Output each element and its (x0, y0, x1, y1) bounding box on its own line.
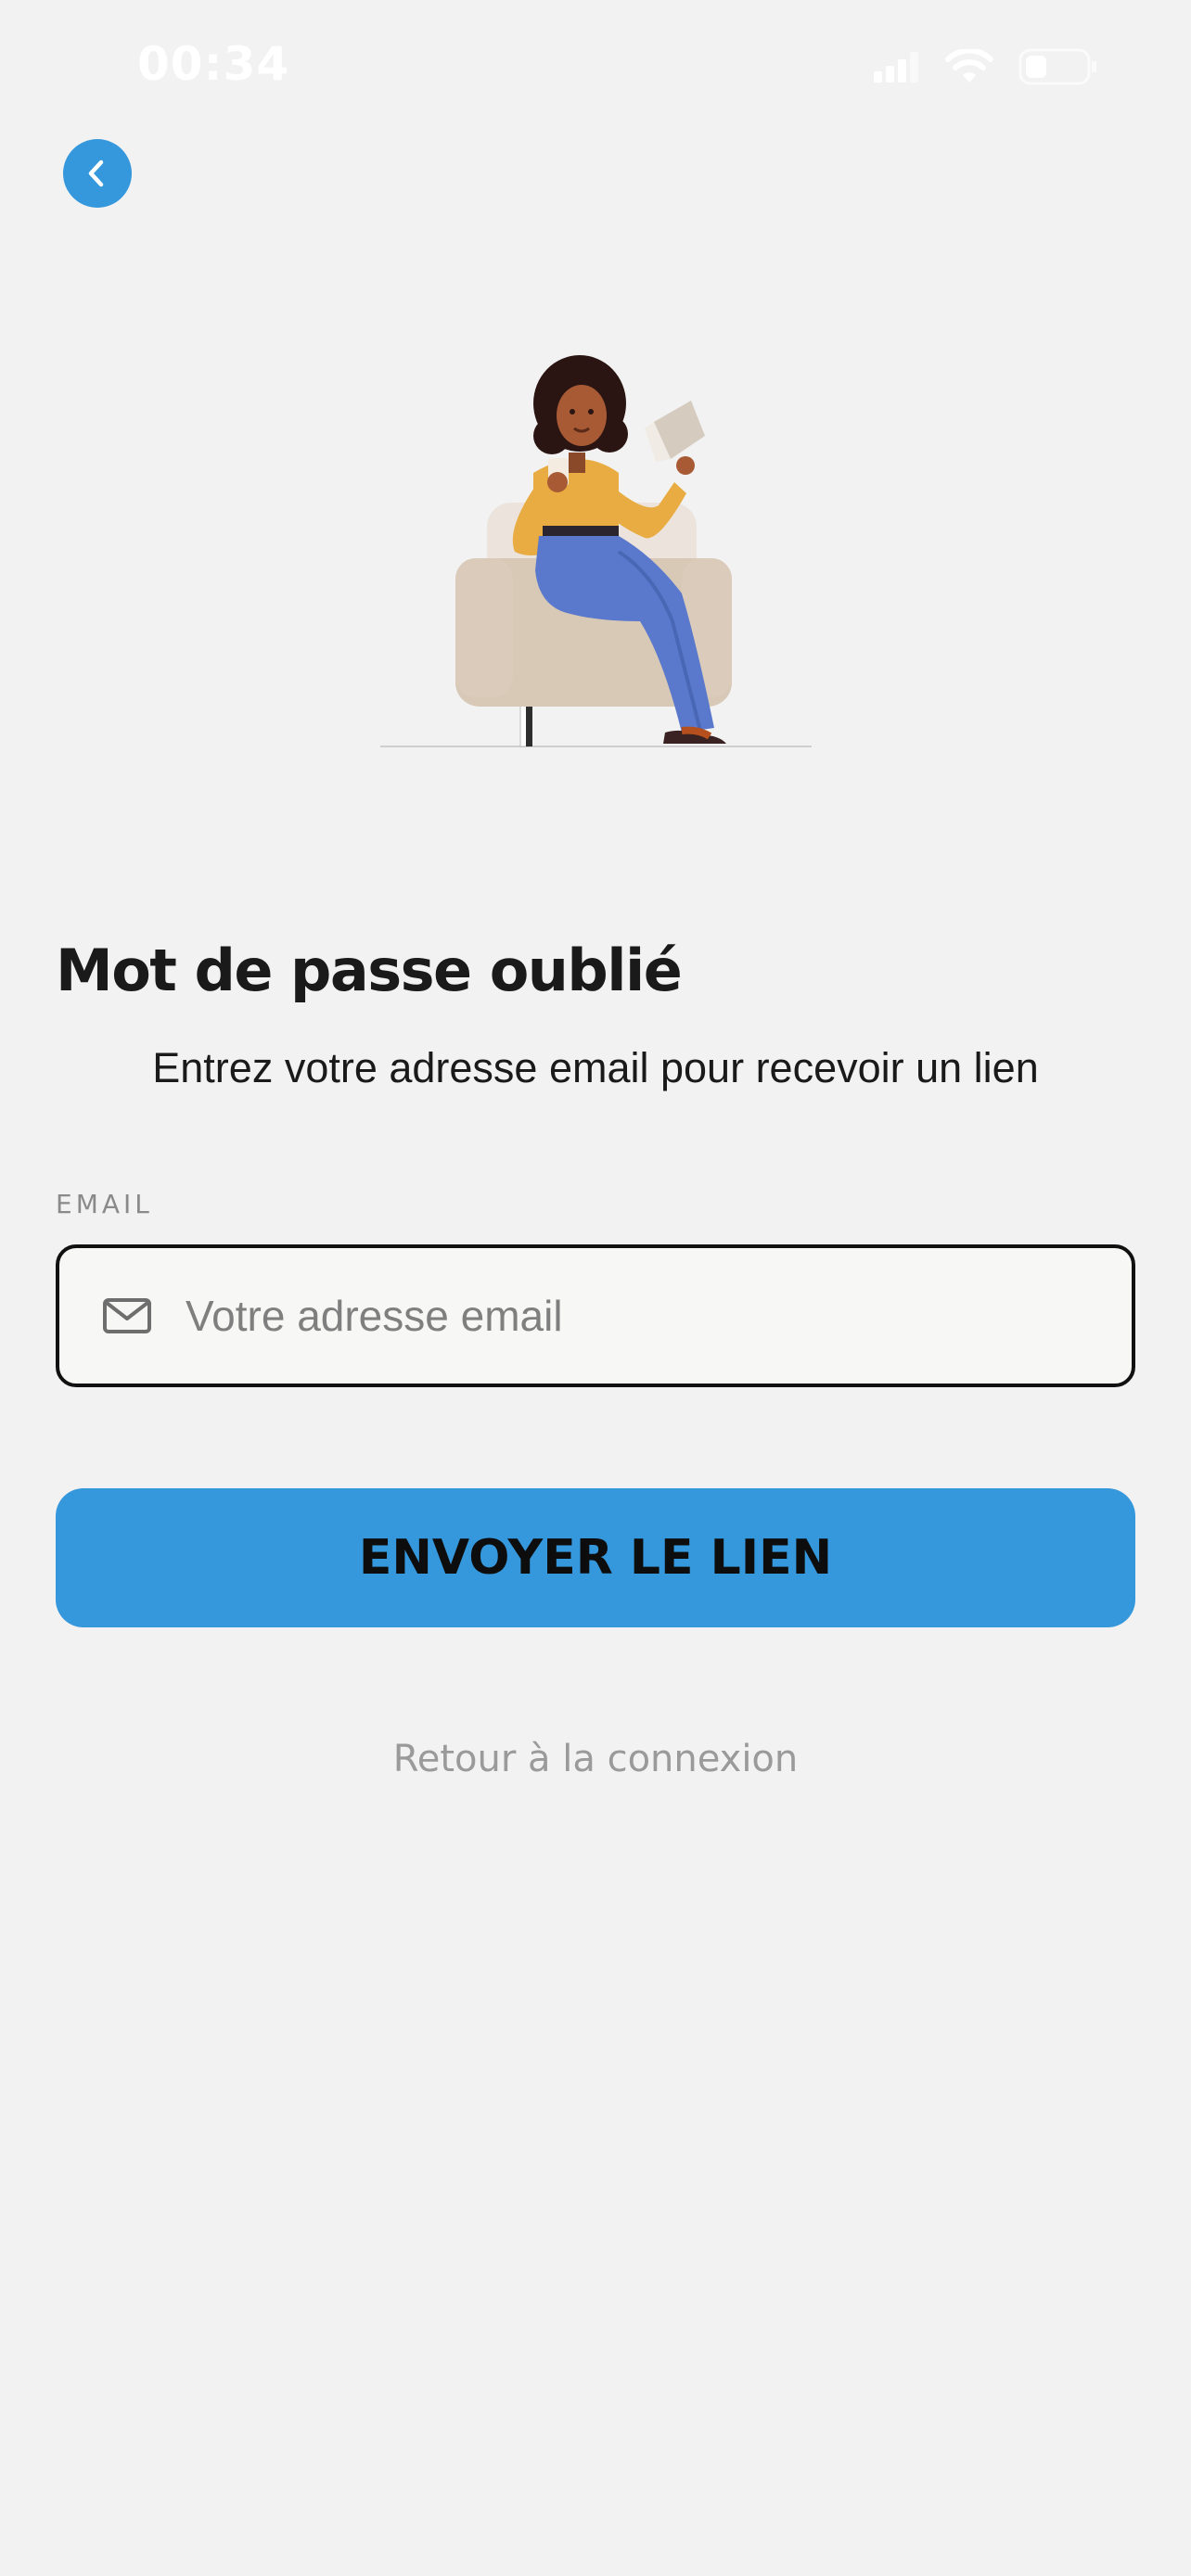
email-label: EMAIL (56, 1189, 153, 1219)
email-input[interactable] (184, 1247, 1132, 1384)
wifi-icon (944, 47, 994, 89)
back-button[interactable] (63, 139, 132, 208)
battery-icon (1018, 48, 1098, 90)
email-field[interactable] (56, 1244, 1135, 1387)
reading-woman-illustration (376, 343, 821, 751)
chevron-left-icon (82, 158, 113, 189)
back-to-login-link[interactable]: Retour à la connexion (0, 1738, 1191, 1780)
status-time: 00:34 (137, 37, 290, 91)
status-icons (874, 47, 1098, 90)
send-link-button[interactable]: ENVOYER LE LIEN (56, 1488, 1135, 1627)
page-subtitle: Entrez votre adresse email pour recevoir… (152, 1044, 1039, 1091)
mail-icon (102, 1297, 152, 1334)
cellular-signal-icon (874, 51, 920, 87)
page-title: Mot de passe oublié (56, 937, 683, 1004)
